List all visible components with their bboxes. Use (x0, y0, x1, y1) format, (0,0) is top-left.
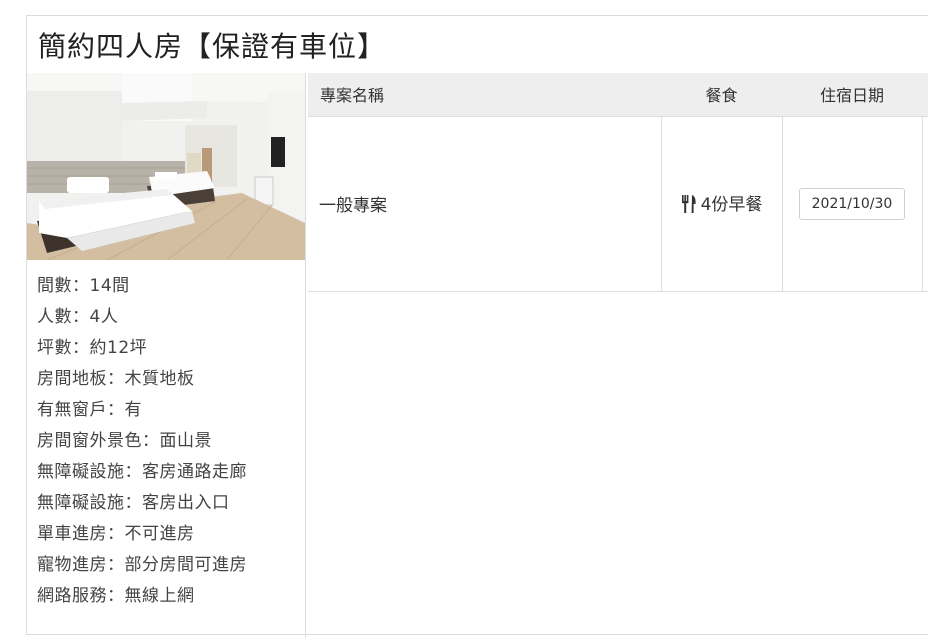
fork-knife-icon (681, 194, 697, 218)
room-info-item: 網路服務：無線上網 (37, 586, 195, 606)
room-info-item: 間數：14間 (37, 276, 130, 296)
room-info-item: 房間地板：木質地板 (37, 369, 195, 389)
column-header-stay-date: 住宿日期 (819, 86, 884, 106)
room-info-item: 有無窗戶：有 (37, 400, 142, 420)
room-info-item: 單車進房：不可進房 (37, 524, 195, 544)
plan-meal: 4份早餐 (700, 194, 763, 215)
plan-meal-cell: 4份早餐 (660, 115, 783, 292)
column-header-plan-name: 專案名稱 (320, 86, 385, 106)
room-info-item: 無障礙設施：客房出入口 (37, 493, 230, 513)
room-info-item: 寵物進房：部分房間可進房 (37, 555, 247, 575)
room-info-item: 房間窗外景色：面山景 (37, 431, 212, 451)
room-details-column: 間數：14間 人數：4人 坪數：約12坪 房間地板：木質地板 有無窗戶：有 房間… (27, 73, 306, 638)
room-info-item: 坪數：約12坪 (37, 338, 148, 358)
plan-name: 一般專案 (319, 196, 387, 216)
room-info-item: 人數：4人 (37, 307, 119, 327)
plan-name-cell: 一般專案 (308, 115, 662, 292)
room-title: 簡約四人房【保證有車位】 (38, 30, 387, 63)
plan-row: 一般專案 4份早餐 (308, 115, 928, 292)
room-info-list: 間數：14間 人數：4人 坪數：約12坪 房間地板：木質地板 有無窗戶：有 房間… (37, 271, 247, 612)
column-header-extra (922, 73, 928, 116)
room-card: 簡約四人房【保證有車位】 間數：14間 人數：4人 坪數：約12坪 房間地板：木… (26, 15, 928, 638)
plans-table-header-row: 專案名稱 餐食 住宿日期 (308, 73, 928, 116)
room-photo[interactable] (27, 73, 305, 260)
stay-date-input[interactable] (799, 187, 905, 220)
room-info-item: 無障礙設施：客房通路走廊 (37, 462, 247, 482)
column-header-meal: 餐食 (705, 86, 738, 106)
plan-extra-cell (921, 115, 928, 292)
plans-table: 專案名稱 餐食 住宿日期 一般專案 4份早餐 2021/10/30 (308, 73, 928, 292)
plan-date-cell (781, 115, 923, 292)
